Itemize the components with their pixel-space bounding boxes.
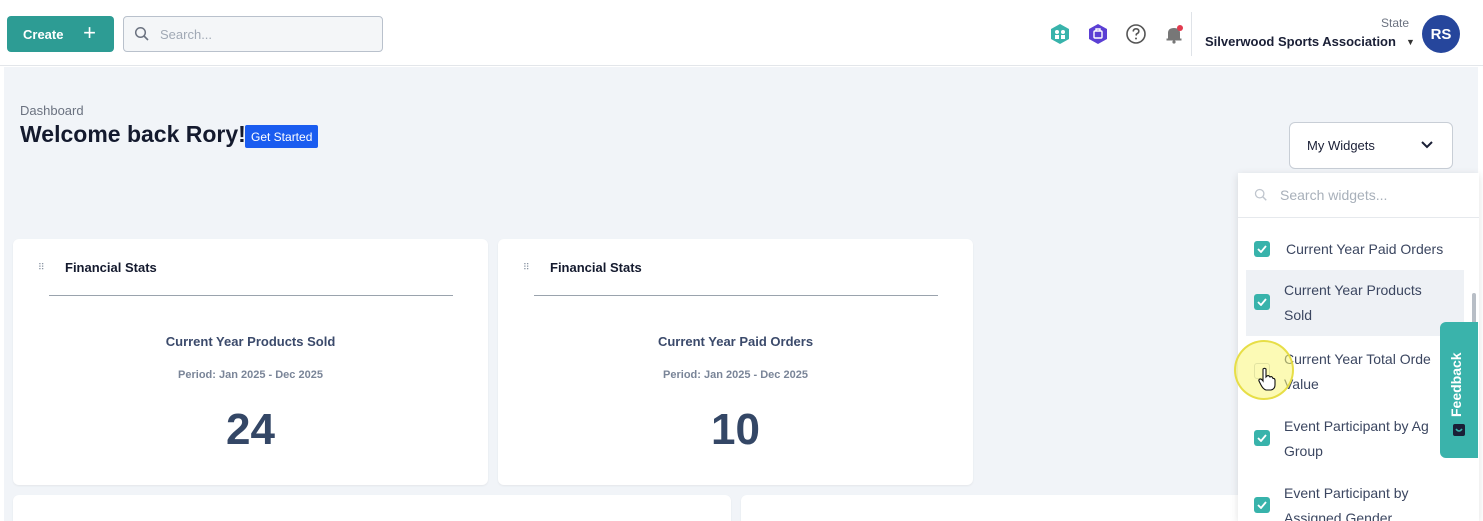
checkbox-checked[interactable]	[1254, 497, 1270, 513]
feedback-tab[interactable]: Feedback	[1440, 322, 1478, 458]
header-divider	[1191, 12, 1192, 56]
widget-option[interactable]: Current Year Products Sold	[1246, 270, 1464, 336]
get-started-button[interactable]: Get Started	[245, 125, 319, 148]
my-widgets-label: My Widgets	[1307, 138, 1375, 153]
widget-option[interactable]: Event Participant by Assigned Gender	[1246, 481, 1464, 521]
card-title: Financial Stats	[550, 260, 642, 275]
stat-label: Current Year Paid Orders	[657, 334, 814, 349]
widget-option-label: Event Participant by Ag Group	[1284, 418, 1429, 459]
search-box[interactable]	[123, 16, 383, 52]
chevron-down-icon	[1421, 141, 1433, 149]
widget-option[interactable]: Current Year Paid Orders	[1246, 237, 1464, 265]
financial-stats-card: ⠿ Financial Stats Current Year Products …	[13, 239, 488, 485]
help-icon[interactable]	[1124, 22, 1148, 46]
widget-option-label: Event Participant by Assigned Gender	[1284, 485, 1409, 521]
hand-cursor-icon	[1258, 367, 1276, 391]
plus-icon: +	[83, 20, 96, 45]
stat-value: 24	[226, 405, 275, 454]
avatar[interactable]: RS	[1422, 15, 1460, 53]
top-bar: Create + State Silverwood Sports Associa…	[0, 0, 1483, 66]
financial-stats-card: ⠿ Financial Stats Current Year Paid Orde…	[498, 239, 973, 485]
widget-search[interactable]	[1238, 173, 1479, 218]
feedback-icon	[1453, 424, 1465, 436]
search-input[interactable]	[160, 26, 360, 42]
org-name: Silverwood Sports Association	[1205, 34, 1396, 49]
stat-label: Current Year Products Sold	[165, 334, 336, 349]
caret-down-icon: ▼	[1405, 36, 1415, 47]
create-button[interactable]: Create +	[7, 16, 114, 52]
widget-card	[741, 495, 1261, 521]
teams-hex-icon[interactable]	[1048, 22, 1072, 46]
state-label: State	[1381, 16, 1410, 30]
products-hex-icon[interactable]	[1086, 22, 1110, 46]
drag-handle-icon[interactable]: ⠿	[38, 262, 45, 273]
org-selector[interactable]: Silverwood Sports Association ▼	[1205, 34, 1415, 49]
feedback-label: Feedback	[1448, 352, 1464, 417]
widget-option-label: Current Year Paid Orders	[1286, 241, 1444, 257]
widget-option-label: Current Year Total Orde Value	[1284, 351, 1431, 392]
card-divider	[49, 295, 453, 296]
notifications-bell-icon[interactable]	[1162, 22, 1186, 46]
search-icon	[1254, 188, 1267, 201]
top-icons	[1048, 22, 1186, 46]
my-widgets-dropdown[interactable]: My Widgets	[1289, 122, 1453, 169]
widget-option[interactable]: Event Participant by Ag Group	[1246, 414, 1464, 468]
checkbox-checked[interactable]	[1254, 241, 1270, 257]
checkbox-checked[interactable]	[1254, 294, 1270, 310]
card-divider	[534, 295, 938, 296]
widget-option-label: Current Year Products Sold	[1284, 282, 1422, 323]
widget-card	[13, 495, 731, 521]
breadcrumb: Dashboard	[20, 103, 84, 118]
checkbox-checked[interactable]	[1254, 430, 1270, 446]
page-title: Welcome back Rory!	[20, 121, 246, 147]
create-label: Create	[23, 26, 64, 42]
stat-value: 10	[711, 405, 760, 454]
stat-period: Period: Jan 2025 - Dec 2025	[663, 369, 808, 381]
drag-handle-icon[interactable]: ⠿	[523, 262, 530, 273]
stat-period: Period: Jan 2025 - Dec 2025	[178, 369, 323, 381]
search-icon	[134, 26, 149, 41]
widget-search-input[interactable]	[1280, 187, 1470, 203]
card-title: Financial Stats	[65, 260, 157, 275]
